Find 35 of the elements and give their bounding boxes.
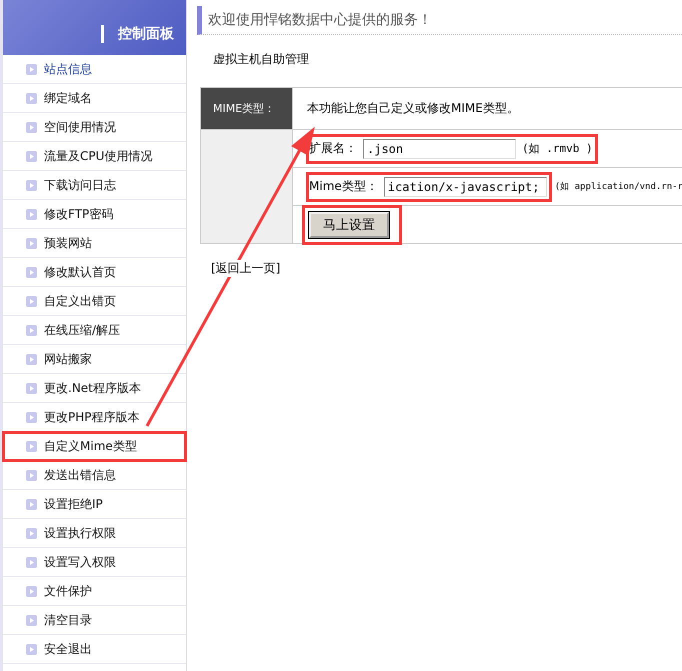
triangle-bullet-icon [26,470,37,480]
field-label: Mime类型： [309,178,378,195]
triangle-bullet-icon [26,238,37,248]
triangle-bullet-icon [26,122,37,132]
field-hint: (如 .rmvb ) [522,141,593,156]
triangle-bullet-icon [26,528,37,538]
triangle-bullet-icon [26,586,37,596]
triangle-bullet-icon [26,150,37,162]
sidebar-item[interactable]: 自定义Mime类型 [3,432,186,461]
triangle-bullet-icon [26,354,37,364]
field-label: 扩展名： [309,140,357,157]
back-link[interactable]: [返回上一页] [211,260,280,277]
form-heading: MIME类型： [201,88,293,129]
triangle-bullet-icon [26,296,37,306]
input-field[interactable]: .json [363,138,516,158]
triangle-bullet-icon [26,556,37,568]
sidebar-item[interactable]: 发送出错信息 [3,461,186,490]
triangle-bullet-icon [26,644,37,654]
triangle-bullet-icon [26,180,37,190]
triangle-bullet-icon [26,64,37,74]
triangle-bullet-icon [26,614,37,626]
triangle-bullet-icon [26,208,37,220]
triangle-bullet-icon [26,440,37,452]
welcome-text: 欢迎使用悍铭数据中心提供的服务！ [208,11,432,29]
triangle-bullet-icon [26,266,37,278]
input-field[interactable]: ication/x-javascript; [384,176,547,196]
form-description: 本功能让您自己定义或修改MIME类型。 [306,100,520,117]
section-title: 虚拟主机自助管理 [212,51,310,68]
triangle-bullet-icon [26,92,37,104]
sidebar-title: 控制面板 [101,25,186,43]
triangle-bullet-icon [26,412,37,422]
triangle-bullet-icon [26,324,37,336]
submit-button[interactable]: 马上设置 [309,212,389,238]
triangle-bullet-icon [26,382,37,394]
triangle-bullet-icon [26,498,37,510]
